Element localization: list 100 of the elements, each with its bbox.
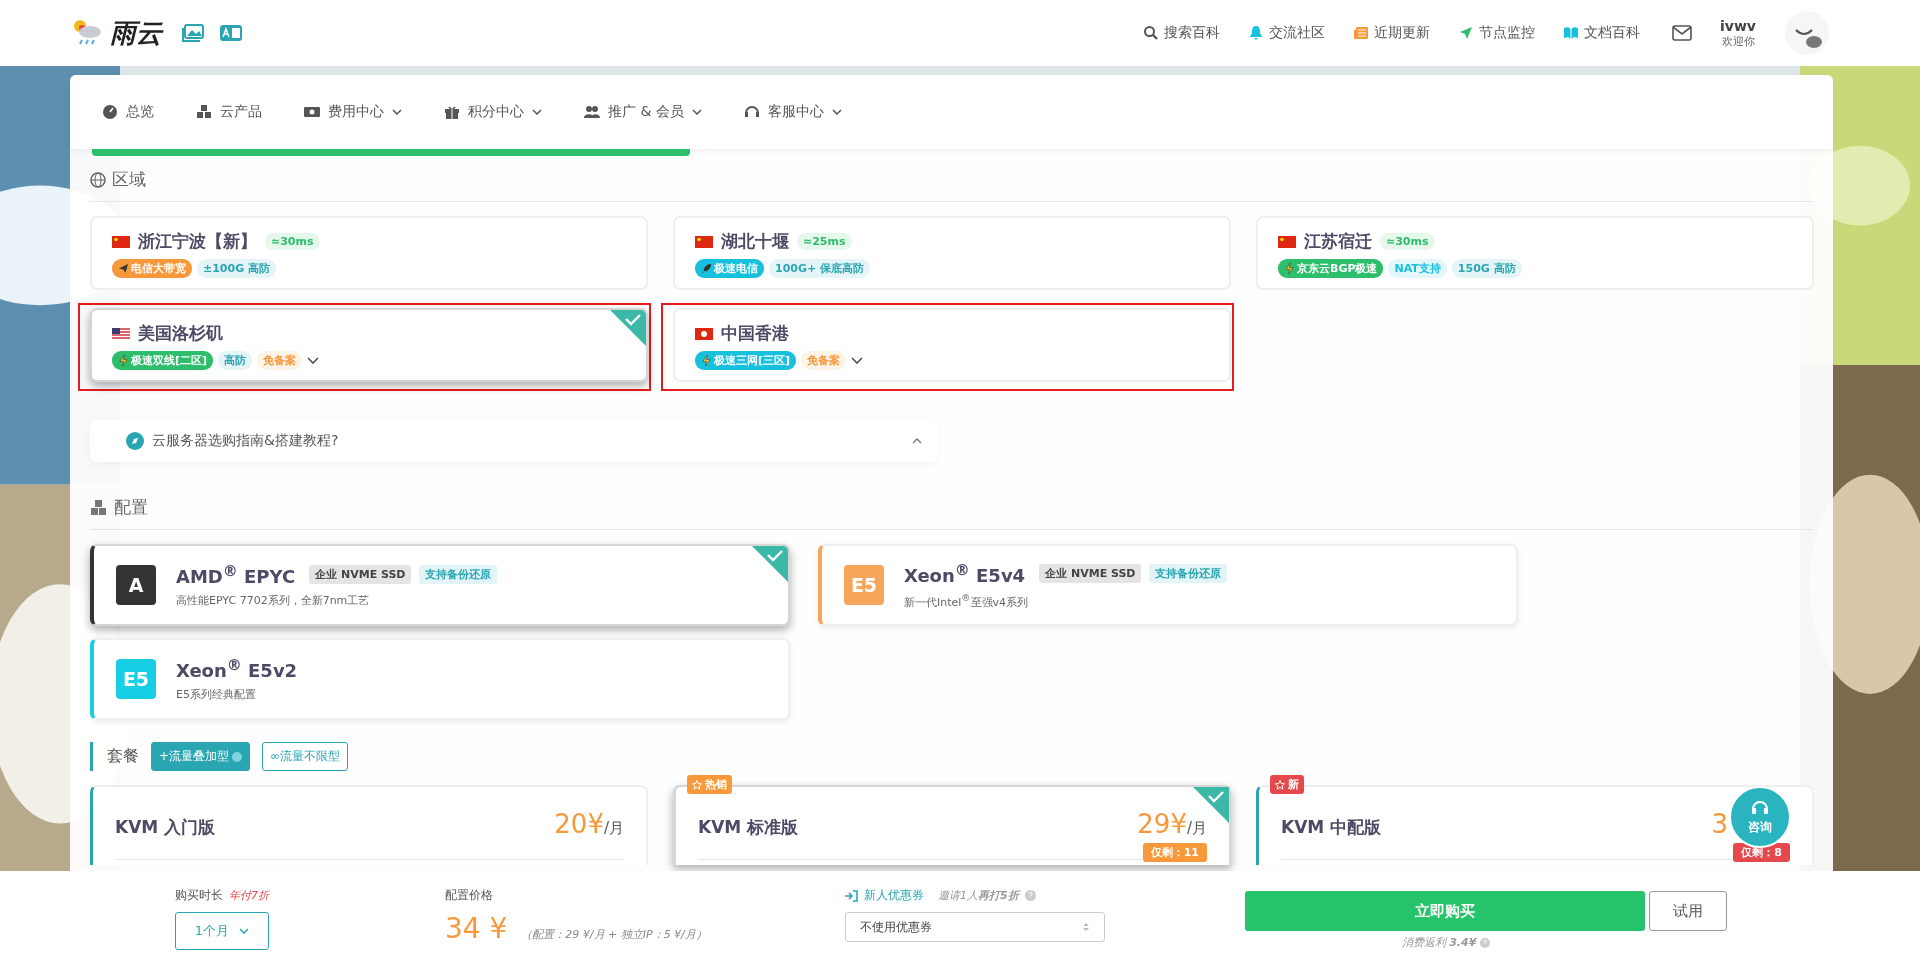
feature-tag: NAT支持	[1388, 259, 1447, 278]
feature-tag: 免备案	[257, 351, 303, 370]
avatar[interactable]	[1784, 10, 1830, 56]
region-name: 中国香港	[721, 322, 789, 345]
header-link[interactable]: 搜索百科	[1143, 24, 1220, 42]
guide-text: 云服务器选购指南&搭建教程?	[152, 432, 340, 450]
flag-icon	[1278, 235, 1296, 248]
greeting: 欢迎你	[1721, 33, 1755, 49]
check-corner-icon	[752, 546, 788, 582]
plane-icon	[118, 263, 129, 274]
cpu-card[interactable]: E5 Xeon$^{®}$ E5v2 E5系列经典配置	[90, 638, 790, 720]
help-icon	[1480, 937, 1491, 948]
nav-item[interactable]: 云产品	[196, 103, 262, 121]
compass-icon	[126, 432, 144, 450]
header-link[interactable]: 交流社区	[1248, 24, 1325, 42]
bell-icon	[1248, 25, 1264, 41]
stock-tag: 仅剩：8	[1733, 843, 1790, 862]
chevron-down-icon	[392, 109, 402, 115]
rocket-icon	[701, 263, 712, 274]
region-card[interactable]: 江苏宿迁 ≈30ms 京东云BGP极速 NAT支持 150G 高防	[1256, 216, 1814, 290]
region-card[interactable]: 浙江宁波【新】 ≈30ms 电信大带宽 ±100G 高防	[90, 216, 648, 290]
coupon-select[interactable]: 不使用优惠券	[845, 912, 1105, 942]
cpu-description: 高性能EPYC 7702系列，全新7nm工艺	[176, 593, 371, 608]
feature-tag: 100G+ 保底高防	[769, 259, 871, 278]
feature-tag: 企业 NVME SSD	[1039, 563, 1142, 583]
region-name: 湖北十堰	[721, 230, 789, 253]
feature-tag: ±100G 高防	[197, 259, 277, 278]
region-card[interactable]: 湖北十堰 ≈25ms 极速电信 100G+ 保底高防	[673, 216, 1231, 290]
plan-badge: 热销	[687, 775, 732, 794]
cpu-description: E5系列经典配置	[176, 687, 257, 702]
chevron-down-icon[interactable]	[851, 356, 864, 365]
cpu-badge: E5	[116, 659, 156, 699]
field-label: 购买时长	[175, 887, 223, 904]
headset-icon	[1750, 798, 1770, 817]
region-name: 浙江宁波【新】	[138, 230, 257, 253]
nav-item[interactable]: 客服中心	[743, 103, 842, 121]
region-name: 江苏宿迁	[1304, 230, 1372, 253]
search-icon	[1143, 25, 1159, 41]
lightning-icon	[701, 355, 712, 366]
nav-item[interactable]: 积分中心	[444, 103, 542, 121]
nav-item[interactable]: 费用中心	[304, 103, 402, 121]
lightning-icon	[1284, 263, 1295, 274]
gift-icon	[444, 104, 460, 120]
trial-button[interactable]: 试用	[1649, 891, 1727, 931]
invite-note: 邀请1人再打5折	[938, 888, 1019, 903]
image-icon[interactable]	[182, 24, 204, 42]
globe-icon	[90, 171, 106, 188]
guide-bar[interactable]: 云服务器选购指南&搭建教程?	[90, 420, 938, 462]
plan-card[interactable]: KVM 入门版 20¥/月	[90, 785, 648, 865]
cpu-badge: A	[116, 565, 156, 605]
chevron-down-icon	[532, 109, 542, 115]
header-link[interactable]: 节点监控	[1458, 24, 1535, 42]
latency-tag: ≈25ms	[797, 233, 852, 250]
book-icon	[1563, 25, 1579, 41]
headset-icon	[743, 104, 760, 120]
flag-icon	[112, 235, 130, 248]
latency-tag: ≈30ms	[1380, 233, 1435, 250]
plan-price: 20¥/月	[554, 809, 624, 839]
translate-icon[interactable]	[220, 24, 242, 42]
plan-price: 3	[1711, 809, 1728, 839]
nav-item[interactable]: 推广 & 会员	[584, 103, 702, 121]
region-card[interactable]: 中国香港 极速三网[三区] 免备案	[673, 308, 1231, 382]
chevron-down-icon	[239, 928, 250, 934]
cpu-card[interactable]: E5 Xeon$^{®}$ E5v4 企业 NVME SSD 支持备份还原 新一代Intel$^{®}$至强v4系列	[818, 544, 1518, 626]
chevron-down-icon[interactable]	[307, 356, 320, 365]
plan-name: KVM 中配版	[1281, 816, 1382, 839]
mail-icon[interactable]	[1672, 25, 1692, 41]
cpu-description: 新一代Intel$^{®}$至强v4系列	[904, 591, 1030, 610]
plan-price: 29¥/月	[1137, 809, 1207, 839]
chevron-down-icon	[691, 109, 702, 115]
cpu-card[interactable]: A AMD$^{®}$ EPYC 企业 NVME SSD 支持备份还原 高性能EPYC 7702系列，全新7nm工艺	[90, 544, 790, 626]
cpu-badge: E5	[844, 565, 884, 605]
plan-name: KVM 入门版	[115, 816, 216, 839]
cpu-name: Xeon$^{®}$ E5v2	[176, 656, 298, 681]
cubes-icon	[196, 104, 212, 120]
flag-icon	[695, 235, 713, 248]
cpu-name: Xeon$^{®}$ E5v4	[904, 560, 1026, 586]
total-price: 34 ¥	[445, 912, 508, 945]
feature-tag: 极速电信	[695, 259, 764, 278]
header-link[interactable]: 文档百科	[1563, 24, 1640, 42]
chevron-down-icon	[831, 109, 842, 115]
feature-tag: 支持备份还原	[1149, 563, 1228, 583]
plan-name: KVM 标准版	[698, 816, 799, 839]
cubes-icon	[90, 499, 108, 516]
feature-tag: 企业 NVME SSD	[309, 565, 412, 584]
check-corner-icon	[1193, 787, 1229, 823]
logo-text[interactable]: 雨云	[110, 15, 162, 51]
sort-arrows-icon	[1082, 921, 1090, 933]
user-name: ivwv	[1720, 17, 1756, 34]
nav-item[interactable]: 总览	[102, 103, 154, 121]
info-icon	[232, 751, 243, 762]
header-link[interactable]: 近期更新	[1353, 24, 1430, 42]
chevron-up-icon[interactable]	[912, 438, 922, 444]
region-name: 美国洛杉矶	[138, 322, 223, 345]
flag-icon	[695, 327, 713, 340]
region-card[interactable]: 美国洛杉矶 极速双线[二区] 高防 免备案	[90, 308, 648, 382]
gauge-icon	[102, 104, 118, 120]
users-icon	[584, 104, 600, 120]
section-title: 配置	[114, 496, 148, 519]
flag-icon	[112, 327, 130, 340]
